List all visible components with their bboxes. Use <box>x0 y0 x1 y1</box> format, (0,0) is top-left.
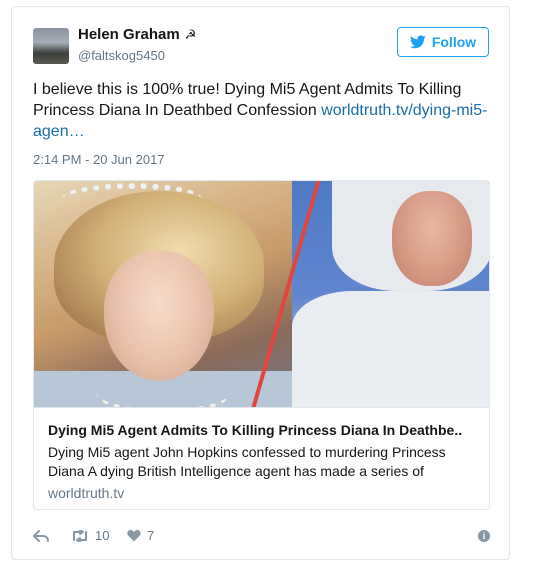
like-count: 7 <box>147 528 155 543</box>
card-domain: worldtruth.tv <box>48 485 125 501</box>
heart-icon <box>127 529 141 541</box>
tweet-text: I believe this is 100% true! Dying Mi5 A… <box>33 79 493 142</box>
hammer-sickle-icon: ☭ <box>184 26 197 42</box>
card-photo-left <box>34 181 292 407</box>
avatar[interactable] <box>33 28 69 64</box>
tweet-timestamp[interactable]: 2:14 PM - 20 Jun 2017 <box>33 152 165 167</box>
card-image[interactable] <box>34 181 489 407</box>
info-icon[interactable]: i <box>478 530 490 542</box>
reply-icon <box>33 529 49 542</box>
link-card[interactable]: Dying Mi5 Agent Admits To Killing Prince… <box>33 180 490 510</box>
card-description: Dying Mi5 agent John Hopkins confessed t… <box>48 444 446 479</box>
twitter-bird-icon <box>409 35 426 49</box>
follow-button[interactable]: Follow <box>397 27 489 57</box>
retweet-action[interactable]: 10 <box>71 528 127 543</box>
tweet-actions: 10 7 <box>33 528 154 543</box>
card-body: Dying Mi5 Agent Admits To Killing Prince… <box>34 407 489 501</box>
card-photo-right <box>292 181 489 407</box>
user-handle[interactable]: @faltskog5450 <box>78 48 165 63</box>
display-name[interactable]: Helen Graham <box>78 26 180 43</box>
follow-label: Follow <box>431 34 477 50</box>
like-action[interactable]: 7 <box>127 528 154 543</box>
user-name[interactable]: Helen Graham ☭ <box>78 26 196 43</box>
retweet-icon <box>73 529 87 542</box>
card-title[interactable]: Dying Mi5 Agent Admits To Killing Prince… <box>48 421 475 439</box>
retweet-count: 10 <box>95 528 110 543</box>
tweet-card: Helen Graham ☭ @faltskog5450 Follow I be… <box>11 6 510 560</box>
reply-action[interactable] <box>33 529 71 542</box>
